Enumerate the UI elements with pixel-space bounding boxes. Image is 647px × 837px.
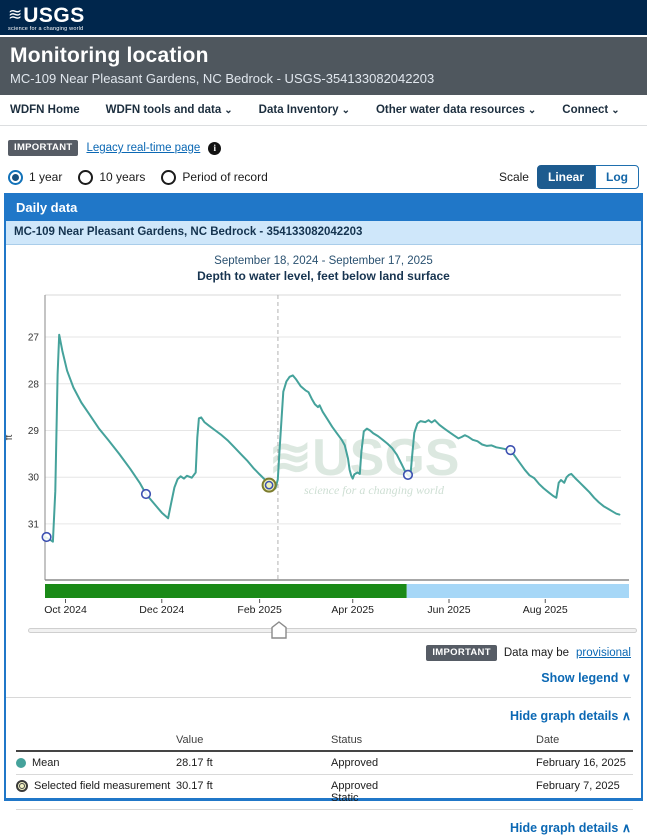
time-cursor-slider <box>6 621 641 641</box>
provisional-link[interactable]: provisional <box>576 647 631 659</box>
field-measurement-marker[interactable] <box>506 446 515 455</box>
x-tick-label: Oct 2024 <box>44 604 87 616</box>
approved-data-bar <box>45 584 407 598</box>
field-measurement-marker[interactable] <box>404 471 413 480</box>
y-axis-unit-label: ft <box>6 435 15 441</box>
chevron-down-icon: ⌄ <box>342 105 350 116</box>
table-header-row: Value Status Date <box>16 731 633 751</box>
provisional-data-bar <box>407 584 629 598</box>
mean-value: 28.17 ft <box>176 751 331 775</box>
main-nav: WDFN Home WDFN tools and data⌄ Data Inve… <box>0 95 647 126</box>
usgs-wave-icon: ≋ <box>8 5 22 24</box>
col-header-value: Value <box>176 731 331 751</box>
important-badge: IMPORTANT <box>8 140 78 156</box>
y-tick-label: 31 <box>28 519 40 530</box>
location-band: Monitoring location MC-109 Near Pleasant… <box>0 37 647 95</box>
important-badge: IMPORTANT <box>426 645 496 661</box>
x-tick-label: Apr 2025 <box>331 604 374 616</box>
graph-details-table: Value Status Date Mean 28.17 ft Approved… <box>16 731 633 810</box>
usgs-top-banner: ≋USGS science for a changing world <box>0 0 647 37</box>
mean-series-icon <box>16 758 26 768</box>
page-title: Monitoring location <box>10 44 647 68</box>
x-tick-label: Feb 2025 <box>237 604 282 616</box>
scale-toggle-group: Scale Linear Log <box>499 165 639 189</box>
y-tick-label: 27 <box>28 333 40 344</box>
y-tick-label: 28 <box>28 379 40 390</box>
radio-selected-icon <box>8 170 23 185</box>
legacy-realtime-link[interactable]: Legacy real-time page <box>86 142 200 154</box>
field-measurement-marker[interactable] <box>42 533 51 542</box>
show-legend-toggle[interactable]: Show legend ∨ <box>541 671 631 685</box>
chevron-down-icon: ⌄ <box>224 105 232 116</box>
mean-date: February 16, 2025 <box>536 751 633 775</box>
slider-handle[interactable] <box>271 621 287 639</box>
radio-period-of-record[interactable]: Period of record <box>161 170 267 185</box>
panel-title: Daily data <box>6 195 641 221</box>
selected-measurement-outer-ring[interactable] <box>263 479 276 492</box>
time-range-radio-group: 1 year 10 years Period of record <box>8 170 499 185</box>
col-header-status: Status <box>331 731 536 751</box>
x-tick-label: Aug 2025 <box>523 604 568 616</box>
chevron-down-icon: ∨ <box>622 671 631 685</box>
table-row-mean: Mean 28.17 ft Approved February 16, 2025 <box>16 751 633 775</box>
mean-status: Approved <box>331 751 536 775</box>
panel-site-name: MC-109 Near Pleasant Gardens, NC Bedrock… <box>6 221 641 245</box>
scale-linear-button[interactable]: Linear <box>537 165 595 189</box>
radio-unselected-icon <box>78 170 93 185</box>
nav-wdfn-tools[interactable]: WDFN tools and data⌄ <box>106 104 233 116</box>
nav-wdfn-home[interactable]: WDFN Home <box>10 104 80 116</box>
field-measurement-marker[interactable] <box>142 490 151 499</box>
table-row-selected-measurement: Selected field measurement 30.17 ft Appr… <box>16 775 633 810</box>
usgs-logo[interactable]: ≋USGS science for a changing world <box>8 5 647 33</box>
x-tick-label: Dec 2024 <box>139 604 184 616</box>
selected-measurement-icon <box>16 780 28 792</box>
nav-other-water-data[interactable]: Other water data resources⌄ <box>376 104 536 116</box>
hide-graph-details-toggle-top[interactable]: Hide graph details ∧ <box>510 709 631 723</box>
chevron-down-icon: ⌄ <box>528 105 536 116</box>
legacy-alert-row: IMPORTANT Legacy real-time page i <box>8 140 647 156</box>
monitoring-location-id: MC-109 Near Pleasant Gardens, NC Bedrock… <box>10 71 647 86</box>
scale-label: Scale <box>499 170 529 184</box>
provisional-note: IMPORTANT Data may be provisional <box>6 645 631 661</box>
chevron-up-icon: ∧ <box>622 821 631 835</box>
hydrograph-chart[interactable]: 2728293031≋USGSscience for a changing wo… <box>6 287 637 619</box>
info-icon[interactable]: i <box>208 142 221 155</box>
x-tick-label: Jun 2025 <box>427 604 470 616</box>
slider-track[interactable] <box>28 628 637 633</box>
y-tick-label: 30 <box>28 473 40 484</box>
y-tick-label: 29 <box>28 426 40 437</box>
radio-10-years[interactable]: 10 years <box>78 170 145 185</box>
usgs-watermark-tagline: science for a changing world <box>304 483 445 497</box>
chevron-up-icon: ∧ <box>622 709 631 723</box>
nav-data-inventory[interactable]: Data Inventory⌄ <box>259 104 350 116</box>
hide-graph-details-toggle-bottom[interactable]: Hide graph details ∧ <box>510 821 631 835</box>
nav-connect[interactable]: Connect⌄ <box>562 104 619 116</box>
time-range-controls: 1 year 10 years Period of record Scale L… <box>8 165 639 189</box>
usgs-logo-text: USGS <box>23 4 85 27</box>
scale-log-button[interactable]: Log <box>595 165 639 189</box>
daily-data-panel: Daily data MC-109 Near Pleasant Gardens,… <box>4 193 643 801</box>
radio-unselected-icon <box>161 170 176 185</box>
selected-date: February 7, 2025 <box>536 775 633 810</box>
chart-parameter-title: Depth to water level, feet below land su… <box>6 269 641 283</box>
chevron-down-icon: ⌄ <box>611 105 619 116</box>
chart-date-range: September 18, 2024 - September 17, 2025 <box>6 255 641 267</box>
radio-1-year[interactable]: 1 year <box>8 170 62 185</box>
usgs-tagline: science for a changing world <box>8 27 647 33</box>
selected-status: Approved Static <box>331 775 536 810</box>
col-header-date: Date <box>536 731 633 751</box>
selected-value: 30.17 ft <box>176 775 331 810</box>
